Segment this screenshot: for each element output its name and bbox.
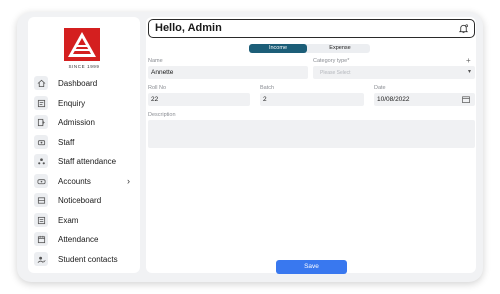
description-field[interactable]	[148, 120, 475, 148]
name-field[interactable]: Annette	[148, 66, 308, 79]
batch-value: 2	[263, 96, 267, 103]
category-select[interactable]: Please Select ▾	[313, 66, 475, 79]
logo-emblem-icon	[68, 32, 96, 57]
sidebar-item-label: Dashboard	[58, 78, 98, 88]
chevron-down-icon: ▾	[467, 69, 471, 75]
sidebar-item-label: Enquiry	[58, 98, 86, 108]
enquiry-icon	[34, 96, 48, 110]
plus-icon[interactable]: +	[466, 56, 471, 65]
date-value: 10/08/2022	[377, 96, 410, 103]
sidebar-item-noticeboard[interactable]: Noticeboard	[32, 192, 136, 208]
category-placeholder: Please Select	[320, 70, 351, 76]
sidebar-item-student-contacts[interactable]: Student contacts	[32, 251, 136, 267]
batch-label: Batch	[260, 85, 275, 91]
chevron-right-icon[interactable]: ›	[127, 176, 130, 186]
save-button[interactable]: Save	[276, 260, 347, 274]
sidebar-item-accounts[interactable]: Accounts ›	[32, 173, 136, 189]
roll-label: Roll No	[148, 85, 167, 91]
batch-field[interactable]: 2	[260, 93, 364, 106]
header-bar: Hello, Admin	[148, 19, 475, 38]
bell-icon[interactable]	[458, 23, 469, 34]
tab-expense[interactable]: Expense	[311, 44, 369, 53]
exam-icon	[34, 213, 48, 227]
sidebar-item-label: Staff	[58, 137, 75, 147]
admission-icon	[34, 115, 48, 129]
sidebar-item-enquiry[interactable]: Enquiry	[32, 95, 136, 111]
sidebar-item-exam[interactable]: Exam	[32, 212, 136, 228]
category-label: Category type*	[313, 58, 350, 64]
calendar-icon[interactable]	[462, 96, 470, 103]
description-label: Description	[148, 112, 176, 118]
sidebar-item-staff-attendance[interactable]: Staff attendance	[32, 153, 136, 169]
page-title: Hello, Admin	[155, 22, 222, 34]
staff-attendance-icon	[34, 154, 48, 168]
contacts-icon	[34, 252, 48, 266]
sidebar-item-label: Exam	[58, 215, 79, 225]
roll-value: 22	[151, 96, 159, 103]
noticeboard-icon	[34, 193, 48, 207]
brand-since: SINCE 1999	[68, 64, 100, 69]
sidebar-item-dashboard[interactable]: Dashboard	[32, 75, 136, 91]
attendance-icon	[34, 232, 48, 246]
tab-income[interactable]: Income	[249, 44, 307, 53]
date-field[interactable]: 10/08/2022	[374, 93, 475, 106]
name-label: Name	[148, 58, 163, 64]
name-value: Annette	[151, 69, 174, 76]
sidebar-item-attendance[interactable]: Attendance	[32, 231, 136, 247]
staff-icon	[34, 135, 48, 149]
sidebar-item-label: Staff attendance	[58, 156, 117, 166]
sidebar-item-label: Noticeboard	[58, 195, 102, 205]
sidebar-item-label: Admission	[58, 117, 95, 127]
sidebar-item-admission[interactable]: Admission	[32, 114, 136, 130]
sidebar-item-label: Student contacts	[58, 254, 118, 264]
date-label: Date	[374, 85, 386, 91]
accounts-icon	[34, 174, 48, 188]
brand-logo	[64, 28, 100, 61]
sidebar-item-label: Attendance	[58, 234, 99, 244]
home-icon	[34, 76, 48, 90]
sidebar-item-label: Accounts	[58, 176, 91, 186]
roll-field[interactable]: 22	[148, 93, 250, 106]
sidebar-item-staff[interactable]: Staff	[32, 134, 136, 150]
income-expense-toggle: Income Expense	[249, 44, 370, 53]
